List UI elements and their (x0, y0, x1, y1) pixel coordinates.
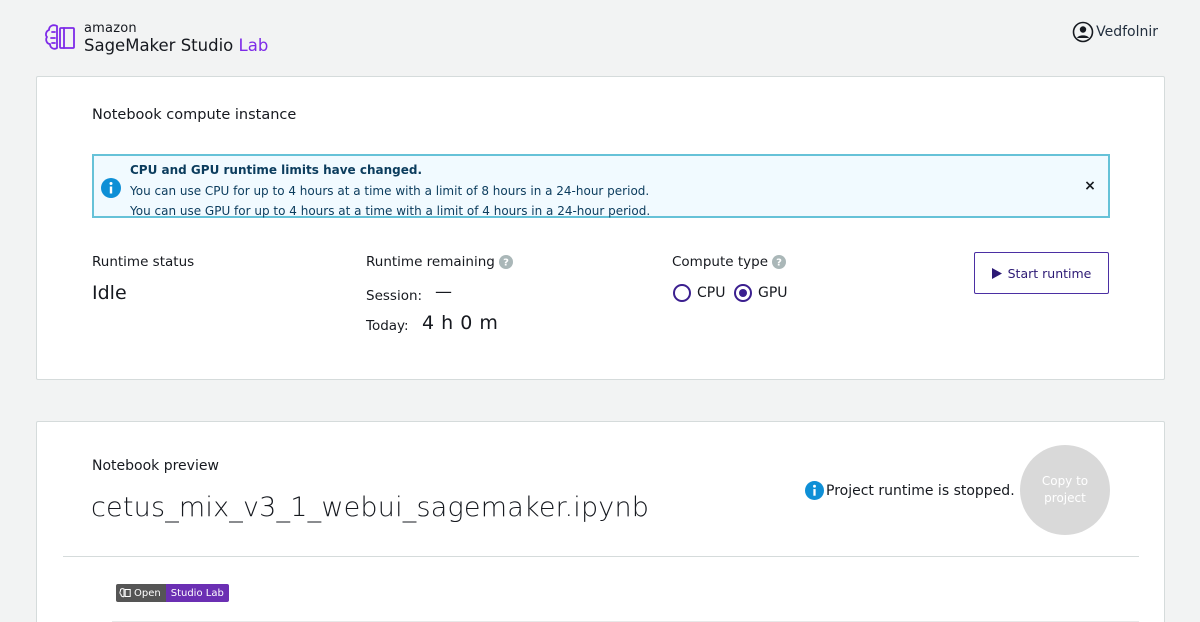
logo-amazon-text: amazon (84, 20, 137, 36)
logo-lab-text: Lab (238, 35, 269, 55)
today-value: 4 h 0 m (422, 312, 499, 334)
app-header: amazon SageMaker Studio Lab Vedfolnir (0, 0, 1200, 76)
user-menu[interactable]: Vedfolnir (1072, 21, 1158, 43)
runtime-limits-alert: CPU and GPU runtime limits have changed.… (92, 154, 1110, 218)
studio-lab-badge-icon (119, 588, 131, 598)
open-in-studio-lab-badge[interactable]: Open Studio Lab (116, 584, 229, 602)
cpu-radio-label: CPU (697, 285, 726, 301)
notebook-name: cetus_mix_v3_1_webui_sagemaker.ipynb (91, 492, 650, 523)
runtime-status-label: Runtime status (92, 254, 195, 270)
alert-close-icon[interactable]: × (1082, 178, 1098, 194)
runtime-status-value: Idle (92, 282, 127, 304)
alert-cpu-line: You can use CPU for up to 4 hours at a t… (130, 183, 650, 198)
start-runtime-button[interactable]: Start runtime (974, 252, 1109, 294)
session-label: Session: (366, 288, 423, 304)
preview-section-title: Notebook preview (92, 458, 219, 474)
alert-gpu-line: You can use GPU for up to 4 hours at a t… (130, 204, 651, 218)
brain-logo-icon (45, 24, 75, 50)
compute-type-label: Compute type ? (672, 254, 787, 270)
logo-product-name: SageMaker Studio (84, 35, 234, 55)
gpu-radio-circle[interactable] (734, 284, 752, 302)
compute-section-title: Notebook compute instance (92, 107, 297, 123)
user-avatar-icon (1072, 21, 1094, 43)
studio-lab-logo[interactable]: amazon SageMaker Studio Lab (42, 20, 268, 56)
help-icon[interactable]: ? (772, 255, 787, 269)
runtime-stopped-text: Project runtime is stopped. (826, 482, 1015, 499)
logo-product-text: SageMaker Studio Lab (84, 35, 269, 55)
cpu-radio-circle[interactable] (673, 284, 691, 302)
user-name: Vedfolnir (1096, 24, 1158, 40)
copy-to-project-label: Copy to project (1041, 474, 1089, 505)
badge-left-segment: Open (116, 584, 166, 602)
alert-heading: CPU and GPU runtime limits have changed. (130, 163, 423, 177)
badge-studio-lab-text: Studio Lab (165, 584, 229, 602)
badge-open-text: Open (134, 587, 161, 599)
session-value: — (435, 282, 452, 302)
gpu-radio-label: GPU (758, 285, 788, 301)
today-label: Today: (366, 318, 409, 334)
compute-instance-panel: Notebook compute instance CPU and GPU ru… (36, 76, 1165, 380)
start-runtime-label: Start runtime (1007, 265, 1092, 281)
svg-text:?: ? (503, 258, 509, 269)
svg-text:?: ? (776, 258, 782, 269)
cpu-radio[interactable]: CPU (673, 284, 725, 302)
preview-divider (63, 556, 1139, 557)
help-icon[interactable]: ? (498, 255, 513, 269)
compute-type-text: Compute type (672, 254, 769, 270)
info-icon (101, 178, 121, 198)
info-icon (805, 481, 824, 500)
copy-to-project-button[interactable]: Copy to project (1020, 445, 1110, 535)
runtime-remaining-text: Runtime remaining (366, 254, 495, 270)
play-icon (991, 267, 1002, 279)
runtime-stopped-status: Project runtime is stopped. (805, 481, 1015, 500)
runtime-remaining-label: Runtime remaining ? (366, 254, 513, 270)
gpu-radio[interactable]: GPU (734, 284, 788, 302)
notebook-preview-panel: Notebook preview cetus_mix_v3_1_webui_sa… (36, 421, 1165, 622)
